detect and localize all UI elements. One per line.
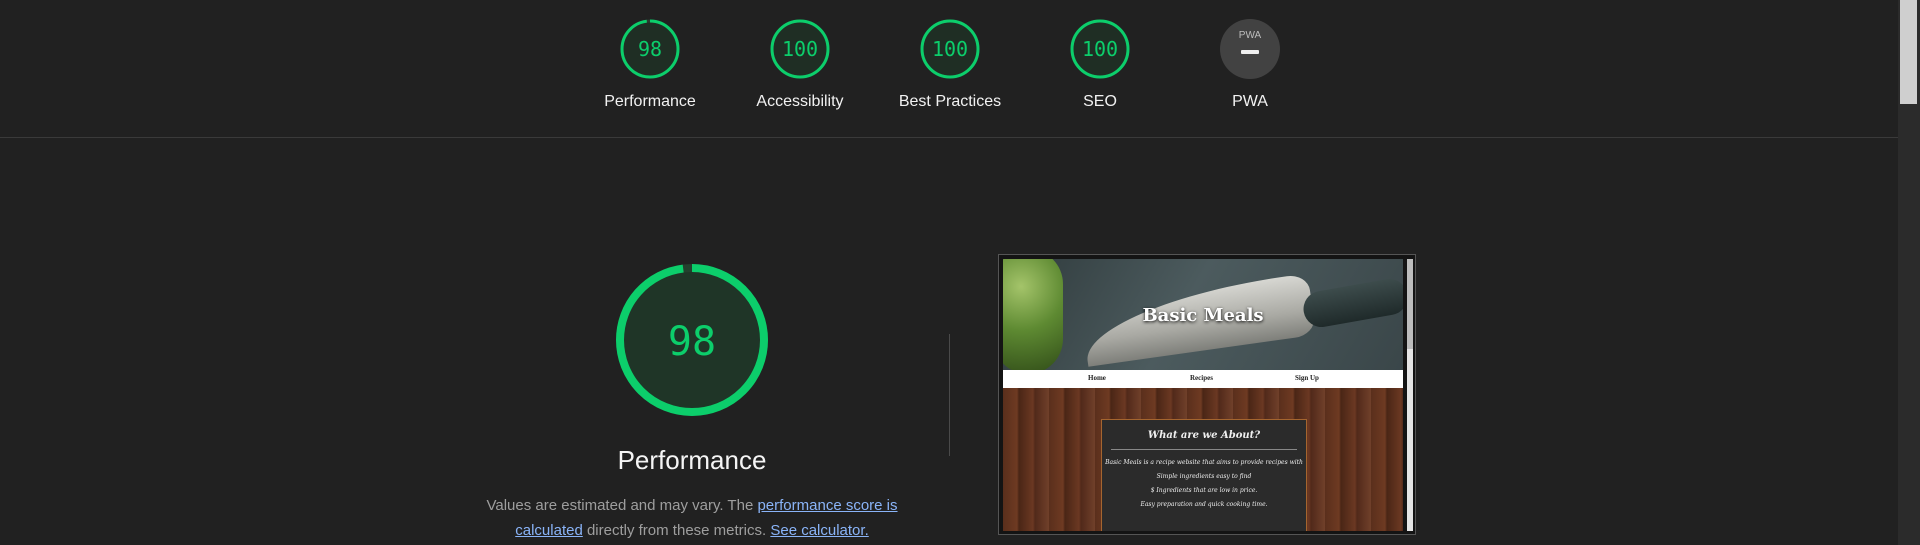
- performance-description: Values are estimated and may vary. The p…: [470, 493, 914, 543]
- gauge-best-practices[interactable]: 100 Best Practices: [875, 18, 1025, 111]
- preview-nav-recipes: Recipes: [1190, 374, 1213, 382]
- seo-score: 100: [1082, 37, 1118, 61]
- page-scrollbar-thumb[interactable]: [1900, 0, 1917, 104]
- performance-main-score: 98: [668, 319, 716, 365]
- preview-card-divider: [1111, 449, 1297, 450]
- performance-main-gauge: 98: [614, 262, 770, 423]
- preview-card-title: What are we About?: [1147, 430, 1261, 441]
- preview-nav-home: Home: [1088, 374, 1106, 382]
- preview-card-line-2: Simple ingredients easy to find: [1156, 473, 1252, 480]
- preview-site-title: Basic Meals: [1142, 305, 1264, 326]
- desc-prefix: Values are estimated and may vary. The: [486, 497, 758, 514]
- accessibility-score: 100: [782, 37, 818, 61]
- performance-heading: Performance: [617, 445, 767, 475]
- best-practices-score: 100: [932, 37, 968, 61]
- preview-scrollbar[interactable]: [1407, 259, 1413, 531]
- desc-middle: directly from these metrics.: [582, 522, 771, 539]
- pwa-badge-icon: PWA: [1220, 19, 1280, 79]
- gauge-pwa[interactable]: PWA PWA: [1175, 18, 1325, 111]
- gauge-label-seo: SEO: [1083, 93, 1117, 110]
- performance-gauge-ring: 98: [620, 19, 680, 79]
- preview-scrollbar-thumb[interactable]: [1407, 259, 1413, 349]
- final-screenshot-preview[interactable]: Basic Meals Home Recipes Sign Up What ar…: [998, 254, 1416, 535]
- preview-about-card: What are we About? Basic Meals is a reci…: [1101, 419, 1307, 531]
- preview-nav: Home Recipes Sign Up: [1003, 370, 1403, 388]
- gauge-performance[interactable]: 98 Performance: [575, 18, 725, 111]
- lighthouse-report: 98 Performance 100 Accessibility 100 Bes…: [0, 0, 1920, 545]
- category-scores-bar: 98 Performance 100 Accessibility 100 Bes…: [0, 0, 1898, 138]
- gauge-label-best-practices: Best Practices: [898, 93, 1002, 110]
- pwa-badge-text: PWA: [1239, 30, 1262, 41]
- see-calculator-link[interactable]: See calculator.: [770, 522, 868, 539]
- preview-card-line-1: Basic Meals is a recipe website that aim…: [1105, 459, 1303, 466]
- preview-hero-image: Basic Meals: [1003, 259, 1403, 370]
- preview-nav-signup: Sign Up: [1295, 374, 1319, 382]
- accessibility-gauge-ring: 100: [770, 19, 830, 79]
- vertical-divider: [949, 334, 950, 456]
- best-practices-gauge-ring: 100: [920, 19, 980, 79]
- preview-page: Basic Meals Home Recipes Sign Up What ar…: [1003, 259, 1403, 531]
- gauge-label-pwa: PWA: [1232, 93, 1268, 110]
- gauge-label-accessibility: Accessibility: [756, 93, 844, 110]
- preview-card-line-3: $ Ingredients that are low in price.: [1150, 487, 1258, 494]
- performance-score: 98: [638, 37, 662, 61]
- preview-card-line-4: Easy preparation and quick cooking time.: [1140, 501, 1268, 508]
- gauge-accessibility[interactable]: 100 Accessibility: [725, 18, 875, 111]
- seo-gauge-ring: 100: [1070, 19, 1130, 79]
- performance-main-gauge-ring: 98: [616, 264, 768, 416]
- gauge-seo[interactable]: 100 SEO: [1025, 18, 1175, 111]
- page-scrollbar[interactable]: [1898, 0, 1920, 545]
- gauge-label-performance: Performance: [604, 93, 696, 110]
